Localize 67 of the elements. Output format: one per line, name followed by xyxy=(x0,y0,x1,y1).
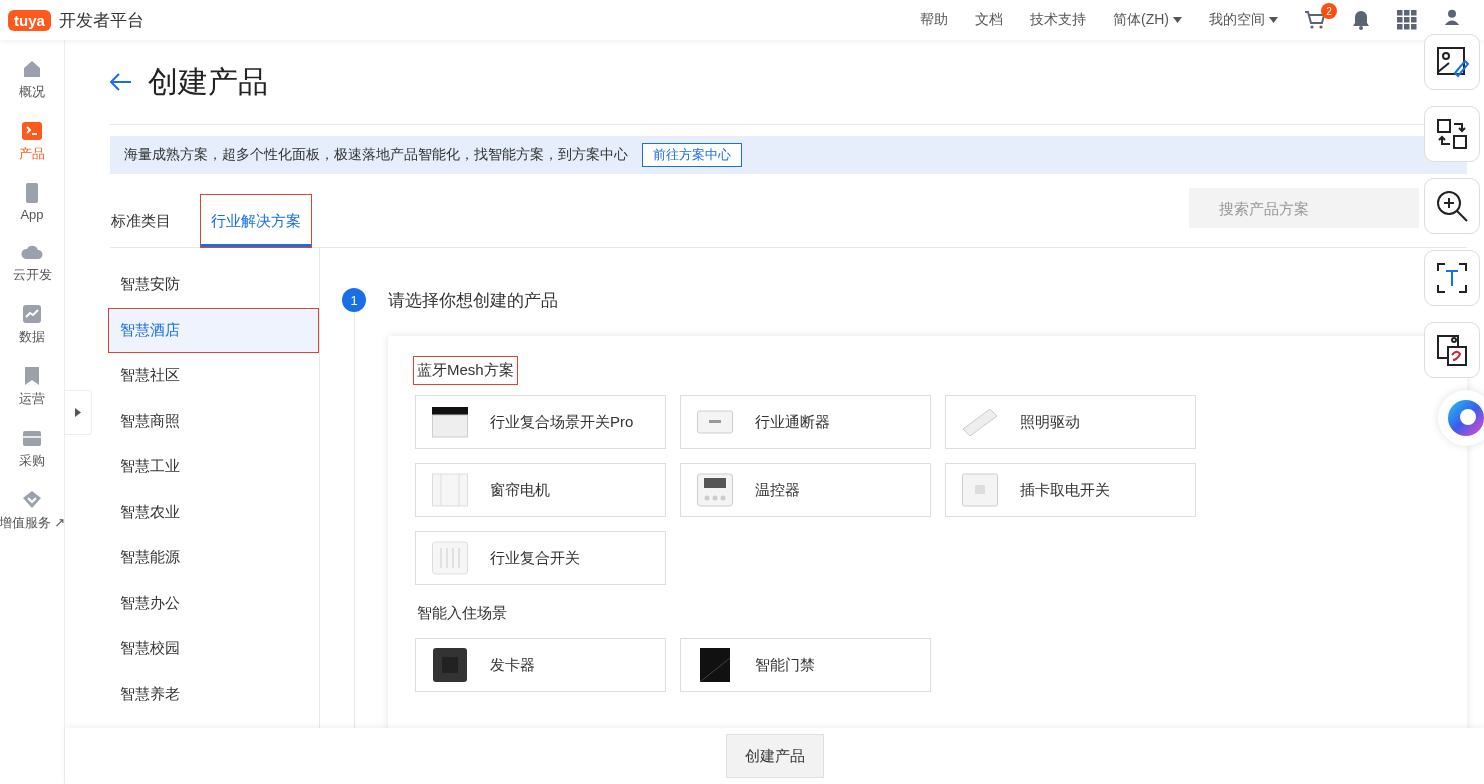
nav-link[interactable]: 技术支持 xyxy=(1030,11,1086,29)
rail-item[interactable]: 运营 xyxy=(19,365,45,408)
category-item[interactable]: 智慧酒店 xyxy=(108,307,319,353)
nav-link[interactable]: 文档 xyxy=(975,11,1003,29)
product-tile[interactable]: 发卡器 xyxy=(415,638,666,692)
step-number: 1 xyxy=(342,288,366,312)
cart-icon[interactable] xyxy=(1305,11,1325,29)
caret-icon xyxy=(75,408,81,417)
rail-item[interactable]: App xyxy=(20,182,44,222)
category-item[interactable]: 智慧社区 xyxy=(108,353,319,399)
rail-item[interactable]: 云开发 xyxy=(12,241,52,284)
zoom-in-icon xyxy=(1435,189,1469,223)
product-tile[interactable]: 行业复合开关 xyxy=(415,531,666,585)
category-item[interactable]: 智慧能源 xyxy=(108,535,319,581)
product-tile[interactable]: 温控器 xyxy=(680,463,931,517)
tab[interactable]: 行业解决方案 xyxy=(200,194,312,248)
nav-link[interactable]: 简体(ZH) xyxy=(1113,11,1182,29)
rail-item[interactable]: 概况 xyxy=(19,58,45,101)
category-item[interactable]: 智慧养老 xyxy=(108,671,319,717)
banner-text: 海量成熟方案，超多个性化面板，极速落地产品智能化，找智能方案，到方案中心 xyxy=(124,146,628,164)
tool-button[interactable] xyxy=(1424,106,1480,162)
swirl-logo-icon xyxy=(1447,399,1484,437)
category-item[interactable]: 智慧工业 xyxy=(108,444,319,490)
product-tile[interactable]: 插卡取电开关 xyxy=(945,463,1196,517)
search-input[interactable]: 搜索产品方案 xyxy=(1217,198,1420,218)
tool-button[interactable] xyxy=(1424,322,1480,378)
text-scan-icon xyxy=(1435,261,1469,295)
user-icon[interactable] xyxy=(1444,9,1460,25)
category-item[interactable]: 智慧办公 xyxy=(108,580,319,626)
product-tile[interactable]: 行业通断器 xyxy=(680,395,931,449)
page-title: 创建产品 xyxy=(148,63,268,100)
rail-item[interactable]: 采购 xyxy=(19,427,45,470)
chart-icon xyxy=(21,303,43,325)
image-translate-icon xyxy=(1435,333,1469,367)
swap-icon xyxy=(1435,117,1469,151)
product-tile[interactable]: 照明驱动 xyxy=(945,395,1196,449)
image-edit-icon xyxy=(1435,45,1469,79)
apps-grid-icon[interactable] xyxy=(1397,10,1417,30)
product-tile[interactable]: 行业复合场景开关Pro xyxy=(415,395,666,449)
expand-sidebar-button[interactable] xyxy=(65,390,92,435)
category-item[interactable]: 智慧商照 xyxy=(108,398,319,444)
house-icon xyxy=(21,58,43,80)
search-field[interactable]: 搜索产品方案 xyxy=(1189,188,1419,228)
platform-title: 开发者平台 xyxy=(58,9,144,32)
assistant-button[interactable] xyxy=(1438,390,1484,446)
step-title: 请选择你想创建的产品 xyxy=(388,289,558,312)
nav-link[interactable]: 我的空间 xyxy=(1209,11,1278,29)
cart-badge: 2 xyxy=(1321,3,1337,19)
tool-button[interactable] xyxy=(1424,250,1480,306)
create-product-button[interactable]: 创建产品 xyxy=(725,734,824,778)
back-arrow-icon[interactable] xyxy=(110,73,132,91)
bell-icon[interactable] xyxy=(1352,10,1370,30)
terminal-icon xyxy=(21,120,43,142)
product-tile[interactable]: 智能门禁 xyxy=(680,638,931,692)
external-link-mark: ↗ xyxy=(54,515,66,530)
solution-center-button[interactable]: 前往方案中心 xyxy=(642,143,742,167)
group-title: 蓝牙Mesh方案 xyxy=(413,356,518,385)
nav-link[interactable]: 帮助 xyxy=(920,11,948,29)
tab[interactable]: 标准类目 xyxy=(100,194,182,248)
category-item[interactable]: 智慧安防 xyxy=(108,262,319,308)
category-item[interactable]: 智慧校园 xyxy=(108,626,319,672)
group-title: 智能入住场景 xyxy=(416,603,508,623)
tool-button[interactable] xyxy=(1424,34,1480,90)
product-tile[interactable]: 窗帘电机 xyxy=(415,463,666,517)
rail-item[interactable]: 数据 xyxy=(19,303,45,346)
category-item[interactable]: 智慧农业 xyxy=(108,489,319,535)
tool-button[interactable] xyxy=(1424,178,1480,234)
